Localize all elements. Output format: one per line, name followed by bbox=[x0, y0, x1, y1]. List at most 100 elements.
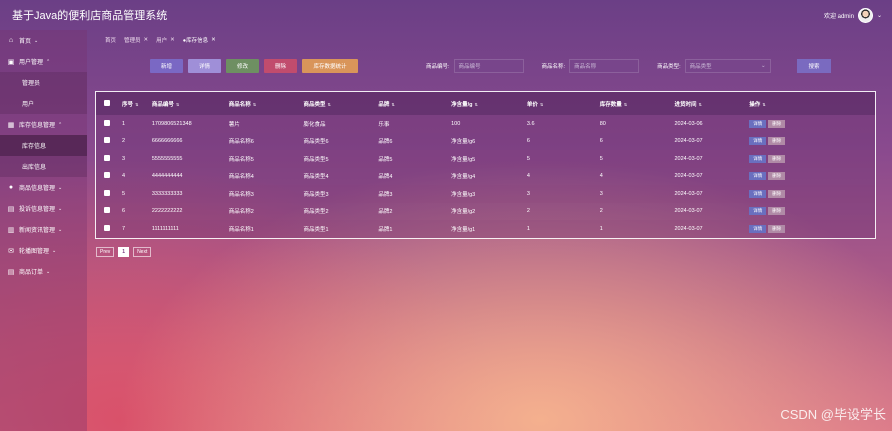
sort-icon[interactable]: ⇅ bbox=[176, 102, 179, 107]
row-checkbox-cell[interactable] bbox=[96, 115, 122, 133]
select-all-checkbox[interactable] bbox=[104, 99, 110, 106]
row-checkbox-cell[interactable] bbox=[96, 220, 122, 238]
sidebar-subitem-3[interactable]: 用户 bbox=[0, 93, 87, 114]
row-checkbox[interactable] bbox=[104, 224, 110, 231]
table-row[interactable]: 4 4444444444 商品名称4 商品类型4 品牌4 净含量/g4 4 4 2024-03-… bbox=[96, 167, 875, 186]
next-page-button[interactable]: Next bbox=[133, 247, 152, 257]
column-header[interactable]: 净含量/g ⇅ bbox=[451, 92, 527, 115]
select-all-checkbox-cell[interactable] bbox=[96, 92, 122, 115]
sidebar-item-8[interactable]: ▤ 投诉信息管理 ⌄ bbox=[0, 198, 87, 219]
add-button[interactable]: 新增 bbox=[150, 59, 183, 73]
sidebar-item-10[interactable]: ✉ 轮播图管理 ⌄ bbox=[0, 240, 87, 261]
row-detail-button[interactable]: 详情 bbox=[749, 172, 767, 181]
table-row[interactable]: 1 1709806521348 薯片 膨化食品 乐事 100 3.6 80 2024-03-06… bbox=[96, 115, 875, 133]
sidebar-item-11[interactable]: ▤ 商品订单 ⌄ bbox=[0, 261, 87, 282]
row-checkbox[interactable] bbox=[104, 154, 110, 161]
table-cell: 商品类型3 bbox=[303, 191, 329, 198]
column-header[interactable]: 序号 ⇅ bbox=[122, 92, 152, 115]
sort-icon[interactable]: ⇅ bbox=[624, 102, 627, 107]
chevron-up-icon: ⌃ bbox=[46, 58, 51, 65]
row-detail-button[interactable]: 详情 bbox=[749, 207, 767, 216]
table-row[interactable]: 6 2222222222 商品名称2 商品类型2 品牌2 净含量/g2 2 2 2024-03-… bbox=[96, 202, 875, 221]
current-page[interactable]: 1 bbox=[118, 247, 130, 257]
sidebar: ⌂ 首页 ⌄ ▣ 用户管理 ⌃ 管理员 用户 ▦ 库存信息管理 ⌃ 库存信息 出库信息 ● 商品信息管理 ⌄ ▤… bbox=[0, 30, 87, 431]
row-delete-button[interactable]: 删除 bbox=[768, 119, 786, 128]
column-header[interactable]: 商品名称 ⇅ bbox=[229, 92, 304, 115]
tab-3[interactable]: ●库存信息 ✕ bbox=[183, 36, 216, 44]
sort-icon[interactable]: ⇅ bbox=[762, 102, 765, 107]
row-checkbox[interactable] bbox=[104, 137, 110, 144]
sidebar-item-1[interactable]: ▣ 用户管理 ⌃ bbox=[0, 51, 87, 72]
column-header[interactable]: 单价 ⇅ bbox=[527, 92, 600, 115]
search-button[interactable]: 搜索 bbox=[797, 59, 831, 73]
row-delete-button[interactable]: 删除 bbox=[768, 137, 786, 146]
table-row[interactable]: 7 1111111111 商品名称1 商品类型1 品牌1 净含量/g1 1 1 2024-03-… bbox=[96, 220, 875, 238]
sort-icon[interactable]: ⇅ bbox=[253, 102, 256, 107]
chevron-down-icon[interactable]: ⌄ bbox=[877, 12, 882, 19]
column-header[interactable]: 进货时间 ⇅ bbox=[674, 92, 749, 115]
table-cell: 乐事 bbox=[378, 121, 390, 128]
sidebar-subitem-6[interactable]: 出库信息 bbox=[0, 156, 87, 177]
row-detail-button[interactable]: 详情 bbox=[749, 119, 767, 128]
close-icon[interactable]: ✕ bbox=[211, 37, 216, 43]
table-cell: 4 bbox=[121, 173, 126, 180]
sidebar-item-0[interactable]: ⌂ 首页 ⌄ bbox=[0, 30, 87, 51]
user-menu[interactable]: 欢迎 admin ⌄ bbox=[824, 7, 882, 23]
sidebar-item-4[interactable]: ▦ 库存信息管理 ⌃ bbox=[0, 114, 87, 135]
row-checkbox[interactable] bbox=[104, 189, 110, 196]
row-checkbox[interactable] bbox=[104, 207, 110, 214]
column-header[interactable]: 商品类型 ⇅ bbox=[304, 92, 379, 115]
sidebar-item-7[interactable]: ● 商品信息管理 ⌄ bbox=[0, 177, 87, 198]
row-delete-button[interactable]: 删除 bbox=[768, 154, 786, 163]
column-header[interactable]: 品牌 ⇅ bbox=[378, 92, 451, 115]
sort-icon[interactable]: ⇅ bbox=[391, 102, 394, 107]
row-detail-button[interactable]: 详情 bbox=[749, 189, 767, 198]
chevron-down-icon: ⌄ bbox=[760, 63, 766, 69]
row-delete-button[interactable]: 删除 bbox=[768, 172, 786, 181]
row-delete-button[interactable]: 删除 bbox=[768, 207, 786, 216]
row-detail-button[interactable]: 详情 bbox=[749, 137, 767, 146]
row-checkbox-cell[interactable] bbox=[96, 168, 122, 186]
sort-icon[interactable]: ⇅ bbox=[135, 102, 138, 107]
edit-button[interactable]: 修改 bbox=[226, 59, 259, 73]
column-header[interactable]: 操作 ⇅ bbox=[749, 92, 875, 115]
prev-page-button[interactable]: Prev bbox=[96, 247, 115, 257]
sidebar-item-9[interactable]: ▥ 新闻资讯管理 ⌄ bbox=[0, 219, 87, 240]
row-delete-button[interactable]: 删除 bbox=[768, 189, 786, 198]
complaint-icon: ▤ bbox=[7, 205, 15, 213]
row-checkbox-cell[interactable] bbox=[96, 133, 122, 151]
sort-icon[interactable]: ⇅ bbox=[699, 102, 702, 107]
detail-button[interactable]: 详情 bbox=[188, 59, 221, 73]
row-checkbox[interactable] bbox=[104, 172, 110, 179]
delete-button[interactable]: 删除 bbox=[264, 59, 297, 73]
product-type-select[interactable]: 商品类型 ⌄ bbox=[684, 59, 771, 73]
sidebar-subitem-2[interactable]: 管理员 bbox=[0, 72, 87, 93]
row-detail-button[interactable]: 详情 bbox=[749, 224, 767, 233]
table-row[interactable]: 5 3333333333 商品名称3 商品类型3 品牌3 净含量/g3 3 3 2024-03-… bbox=[96, 185, 875, 203]
tab-2[interactable]: 用户 ✕ bbox=[156, 36, 175, 44]
column-header-label: 单价 bbox=[526, 101, 538, 108]
close-icon[interactable]: ✕ bbox=[170, 37, 175, 43]
product-code-input[interactable]: 商品编号 bbox=[453, 59, 524, 73]
row-checkbox[interactable] bbox=[104, 119, 110, 126]
row-checkbox-cell[interactable] bbox=[96, 150, 122, 168]
stats-button[interactable]: 库存数据统计 bbox=[302, 59, 358, 73]
product-name-input[interactable]: 商品名称 bbox=[569, 59, 640, 73]
column-header[interactable]: 商品编号 ⇅ bbox=[152, 92, 229, 115]
table-row[interactable]: 3 5555555555 商品名称5 商品类型5 品牌5 净含量/g5 5 5 2024-03-… bbox=[96, 150, 875, 168]
sidebar-subitem-5[interactable]: 库存信息 bbox=[0, 135, 87, 156]
sort-icon[interactable]: ⇅ bbox=[474, 102, 477, 107]
column-header[interactable]: 库存数量 ⇅ bbox=[600, 92, 675, 115]
row-checkbox-cell[interactable] bbox=[96, 185, 122, 203]
row-checkbox-cell[interactable] bbox=[96, 203, 122, 221]
news-icon: ▥ bbox=[7, 226, 15, 234]
sort-icon[interactable]: ⇅ bbox=[328, 102, 331, 107]
row-detail-button[interactable]: 详情 bbox=[749, 154, 767, 163]
close-icon[interactable]: ✕ bbox=[144, 37, 149, 43]
table-row[interactable]: 2 6666666666 商品名称6 商品类型6 品牌6 净含量/g6 6 6 2024-03-… bbox=[96, 132, 875, 151]
row-delete-button[interactable]: 删除 bbox=[768, 224, 786, 233]
tab-0[interactable]: 首页 bbox=[105, 36, 116, 44]
avatar[interactable] bbox=[857, 7, 873, 23]
sort-icon[interactable]: ⇅ bbox=[540, 102, 543, 107]
tab-1[interactable]: 管理员 ✕ bbox=[124, 36, 148, 44]
